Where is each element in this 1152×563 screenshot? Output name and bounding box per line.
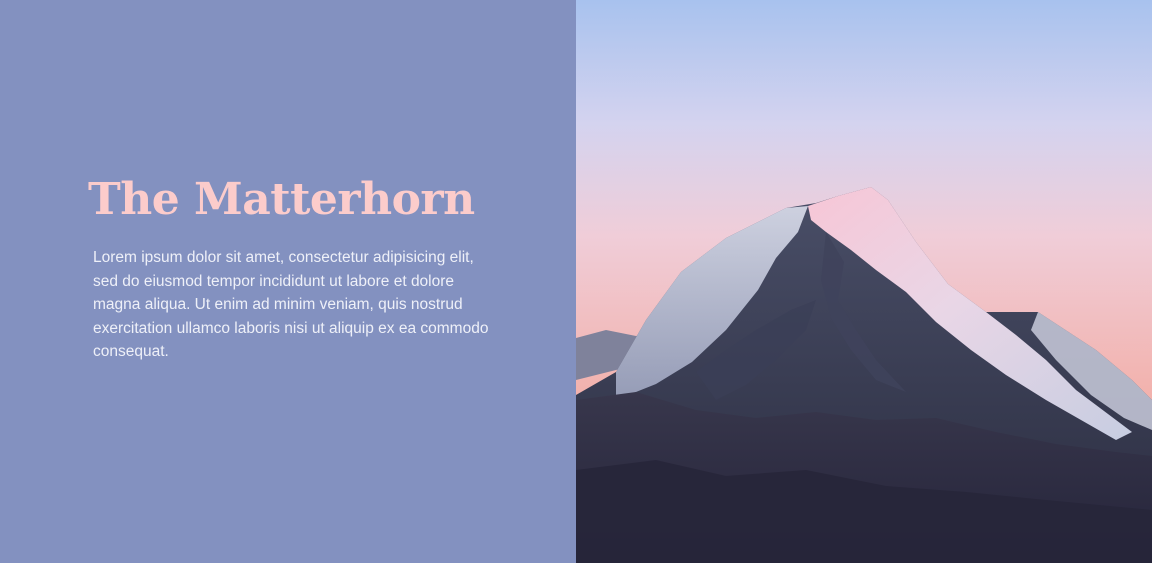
mountain-image	[576, 0, 1152, 563]
page-title: The Matterhorn	[88, 174, 475, 225]
text-panel: The Matterhorn Lorem ipsum dolor sit ame…	[0, 0, 576, 563]
description-text: Lorem ipsum dolor sit amet, consectetur …	[93, 249, 489, 361]
page: The Matterhorn Lorem ipsum dolor sit ame…	[0, 0, 1152, 563]
mountain-photo	[576, 0, 1152, 563]
